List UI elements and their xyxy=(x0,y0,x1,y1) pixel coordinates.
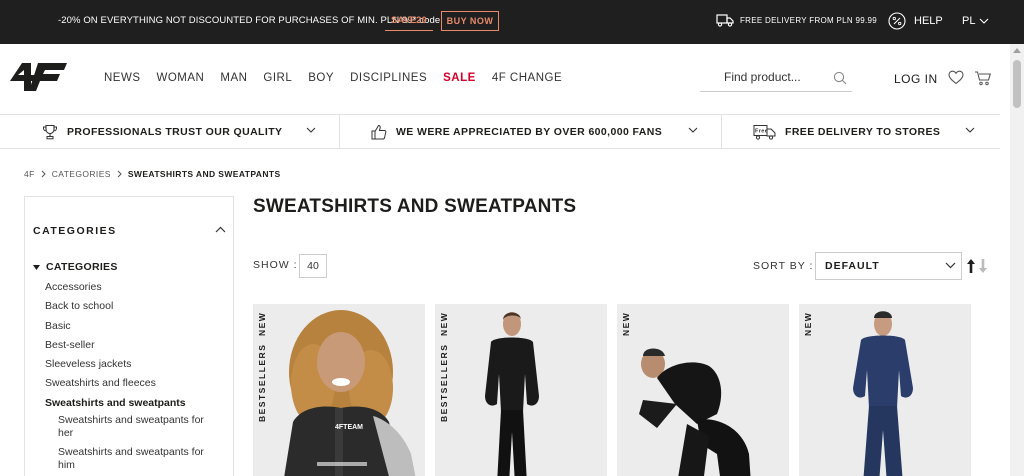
chevron-down-icon xyxy=(945,262,956,269)
sidebar-sublist: Sweatshirts and sweatpants for her Sweat… xyxy=(58,414,218,476)
breadcrumb-home[interactable]: 4F xyxy=(24,169,35,179)
product-card[interactable]: 4FTEAM NEW BESTSELLERS xyxy=(253,304,425,476)
chevron-down-icon xyxy=(980,18,989,24)
product-card[interactable]: NEW xyxy=(799,304,971,476)
page-title: SWEATSHIRTS AND SWEATPANTS xyxy=(253,196,577,217)
promo-code[interactable]: SAVE20 xyxy=(385,11,433,31)
heart-icon[interactable] xyxy=(948,70,964,85)
chevron-right-icon xyxy=(41,170,46,178)
usp-fans[interactable]: WE WERE APPRECIATED BY OVER 600,000 FANS xyxy=(371,115,662,148)
product-print: 4FTEAM xyxy=(335,424,363,431)
product-image xyxy=(435,304,607,476)
chevron-right-icon xyxy=(117,170,122,178)
triangle-down-icon xyxy=(33,264,40,270)
usp-fans-text: WE WERE APPRECIATED BY OVER 600,000 FANS xyxy=(396,125,663,138)
percent-icon xyxy=(888,12,906,30)
sort-value: DEFAULT xyxy=(825,260,880,272)
sidebar-item-back-to-school[interactable]: Back to school xyxy=(45,299,225,318)
badge-new: NEW xyxy=(439,311,449,336)
product-image xyxy=(617,304,789,476)
free-delivery-text: FREE DELIVERY FROM PLN 99.99 xyxy=(740,15,878,25)
nav-girl[interactable]: GIRL xyxy=(263,72,292,84)
badge-new: NEW xyxy=(621,311,631,336)
badge-bestsellers: BESTSELLERS xyxy=(257,343,267,422)
sidebar-item-best-seller[interactable]: Best-seller xyxy=(45,338,225,357)
free-delivery-link[interactable]: FREE DELIVERY FROM PLN 99.99 xyxy=(716,13,877,27)
logo-4f[interactable] xyxy=(8,62,68,97)
sidebar-list: Accessories Back to school Basic Best-se… xyxy=(45,280,225,415)
badge-new: NEW xyxy=(257,311,267,336)
sidebar-item-sleeveless-jackets[interactable]: Sleeveless jackets xyxy=(45,357,225,376)
scroll-up-arrow[interactable] xyxy=(1013,48,1021,53)
login-link[interactable]: LOG IN xyxy=(894,72,938,86)
svg-text:Free: Free xyxy=(755,128,768,134)
truck-icon xyxy=(716,14,734,27)
nav-news[interactable]: NEWS xyxy=(104,72,141,84)
usp-divider xyxy=(721,115,722,148)
sidebar-item-accessories[interactable]: Accessories xyxy=(45,280,225,299)
product-card[interactable]: NEW BESTSELLERS xyxy=(435,304,607,476)
product-image xyxy=(799,304,971,476)
main-nav: NEWS WOMAN MAN GIRL BOY DISCIPLINES SALE… xyxy=(104,72,562,84)
nav-4f-change[interactable]: 4F CHANGE xyxy=(492,72,562,84)
sidebar-group-label: CATEGORIES xyxy=(46,261,118,273)
sidebar-title: CATEGORIES xyxy=(33,225,117,237)
thumbs-up-icon xyxy=(371,124,387,139)
sidebar-item-sweatshirts-fleeces[interactable]: Sweatshirts and fleeces xyxy=(45,376,225,395)
nav-boy[interactable]: BOY xyxy=(308,72,334,84)
breadcrumb: 4F CATEGORIES SWEATSHIRTS AND SWEATPANTS xyxy=(24,169,281,179)
badge-bestsellers: BESTSELLERS xyxy=(439,343,449,422)
badge-new: NEW xyxy=(803,311,813,336)
usp-free-delivery[interactable]: Free FREE DELIVERY TO STORES xyxy=(753,115,940,148)
help-link[interactable]: HELP xyxy=(888,12,943,30)
free-delivery-icon: Free xyxy=(753,124,776,140)
search-icon[interactable] xyxy=(833,71,847,85)
sort-direction-icon[interactable] xyxy=(966,258,988,274)
usp-quality[interactable]: PROFESSIONALS TRUST OUR QUALITY xyxy=(42,115,282,148)
nav-man[interactable]: MAN xyxy=(220,72,247,84)
trophy-icon xyxy=(43,124,57,139)
chevron-down-icon[interactable] xyxy=(688,127,698,133)
cart-icon[interactable] xyxy=(974,70,992,86)
usp-free-delivery-text: FREE DELIVERY TO STORES xyxy=(785,125,941,138)
chevron-up-icon[interactable] xyxy=(215,226,226,233)
help-label: HELP xyxy=(914,15,943,27)
show-label: SHOW : xyxy=(253,259,298,271)
sidebar-group-categories[interactable]: CATEGORIES xyxy=(33,261,118,273)
chevron-down-icon[interactable] xyxy=(306,127,316,133)
sort-label: SORT BY : xyxy=(753,260,814,272)
sidebar-subitem-him[interactable]: Sweatshirts and sweatpants for him xyxy=(58,446,218,472)
product-card[interactable]: NEW xyxy=(617,304,789,476)
breadcrumb-categories[interactable]: CATEGORIES xyxy=(52,169,111,179)
search-input[interactable] xyxy=(724,70,824,84)
sidebar-subitem-her[interactable]: Sweatshirts and sweatpants for her xyxy=(58,414,218,440)
sort-select[interactable]: DEFAULT xyxy=(815,252,962,280)
search-box xyxy=(700,64,852,92)
breadcrumb-current: SWEATSHIRTS AND SWEATPANTS xyxy=(127,169,281,179)
nav-woman[interactable]: WOMAN xyxy=(157,72,205,84)
nav-disciplines[interactable]: DISCIPLINES xyxy=(350,72,427,84)
category-sidebar: CATEGORIES CATEGORIES Accessories Back t… xyxy=(24,196,234,476)
scroll-thumb[interactable] xyxy=(1013,60,1021,108)
language-selector[interactable]: PL xyxy=(962,15,989,27)
nav-sale[interactable]: SALE xyxy=(443,72,476,84)
chevron-down-icon[interactable] xyxy=(965,127,975,133)
product-image: 4FTEAM xyxy=(253,304,425,476)
usp-bar: PROFESSIONALS TRUST OUR QUALITY WE WERE … xyxy=(0,114,1000,149)
promo-bar: -20% ON EVERYTHING NOT DISCOUNTED FOR PU… xyxy=(0,0,1024,44)
usp-divider xyxy=(339,115,340,148)
page-scrollbar[interactable] xyxy=(1010,44,1024,476)
sidebar-item-sweatshirts-sweatpants[interactable]: Sweatshirts and sweatpants xyxy=(45,396,225,415)
language-label: PL xyxy=(962,15,976,27)
show-count-select[interactable]: 40 xyxy=(299,254,327,278)
sidebar-item-basic[interactable]: Basic xyxy=(45,319,225,338)
buy-now-button[interactable]: BUY NOW xyxy=(441,11,499,31)
usp-quality-text: PROFESSIONALS TRUST OUR QUALITY xyxy=(67,125,283,138)
